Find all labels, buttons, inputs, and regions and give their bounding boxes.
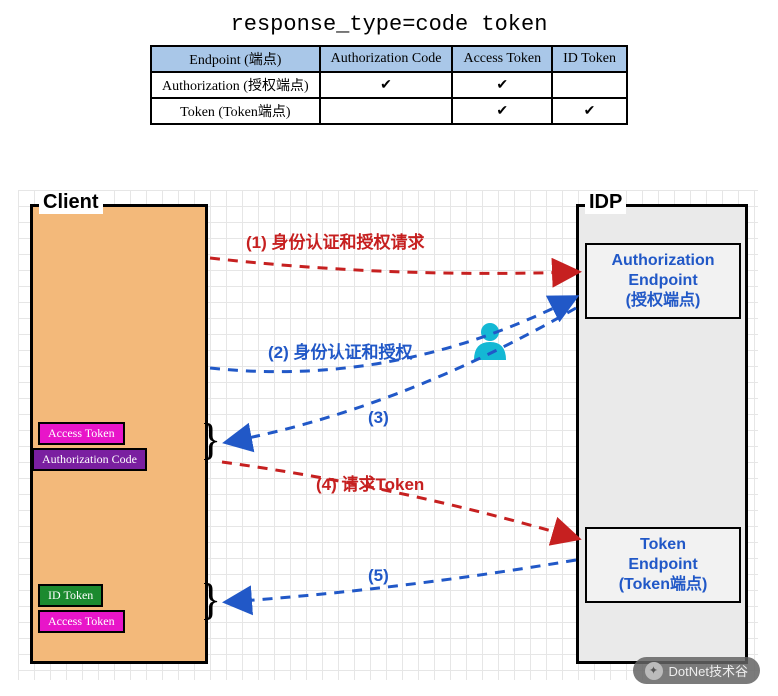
row-label: Token (Token端点) xyxy=(151,98,320,124)
th-authcode: Authorization Code xyxy=(320,46,453,72)
watermark-badge: ✦ DotNet技术谷 xyxy=(633,657,760,684)
arrow-step-3 xyxy=(228,308,576,442)
th-idtoken: ID Token xyxy=(552,46,627,72)
page-title: response_type=code token xyxy=(0,0,778,45)
arrow-step-5 xyxy=(228,560,576,602)
arrows-layer xyxy=(18,190,758,680)
table-row: Authorization (授权端点) ✔ ✔ xyxy=(151,72,627,98)
watermark-text: DotNet技术谷 xyxy=(669,661,748,680)
endpoint-table: Endpoint (端点) Authorization Code Access … xyxy=(150,45,628,125)
arrow-step-2 xyxy=(210,298,574,372)
th-access: Access Token xyxy=(452,46,552,72)
row-label: Authorization (授权端点) xyxy=(151,72,320,98)
arrow-step-4 xyxy=(222,462,576,538)
wechat-icon: ✦ xyxy=(645,662,663,680)
arrow-step-1 xyxy=(210,258,576,273)
table-row: Token (Token端点) ✔ ✔ xyxy=(151,98,627,124)
flow-diagram: Client IDP Authorization Endpoint (授权端点)… xyxy=(18,190,758,680)
th-endpoint: Endpoint (端点) xyxy=(151,46,320,72)
